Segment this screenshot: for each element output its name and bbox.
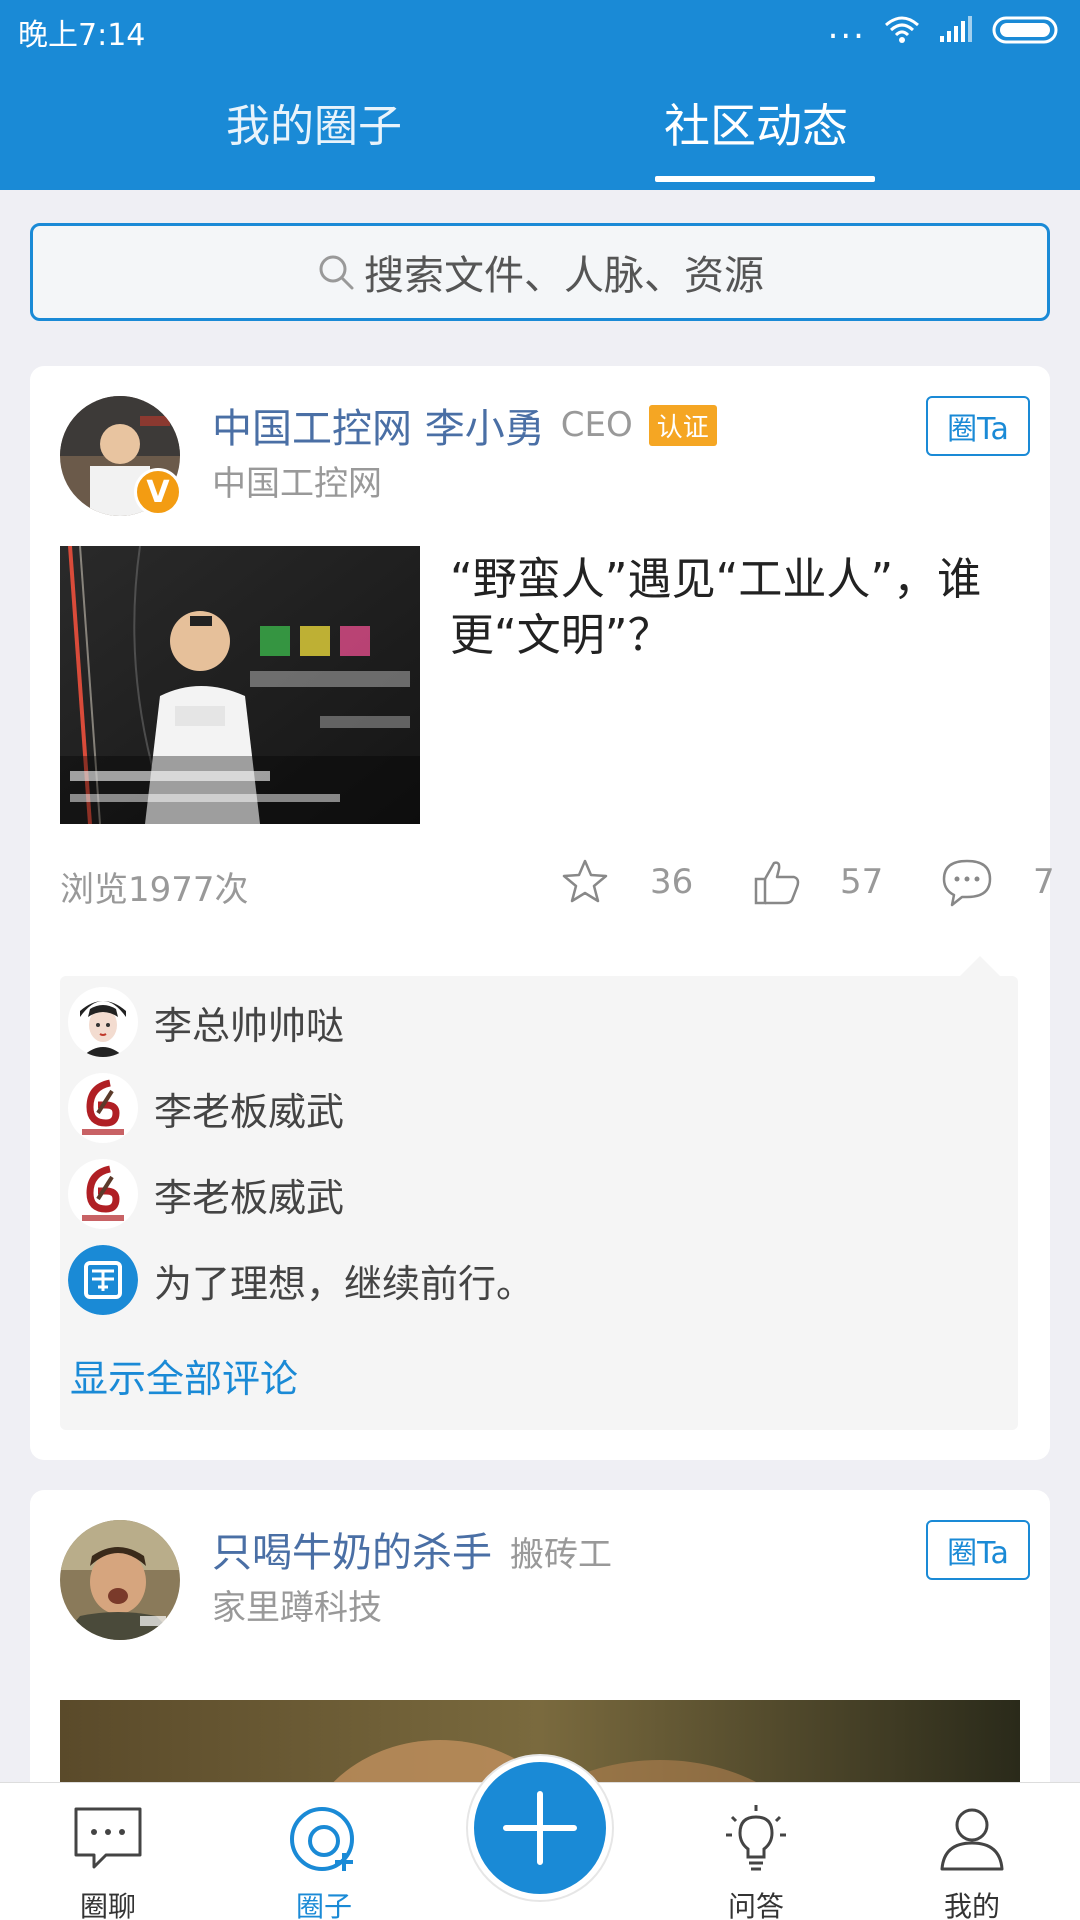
tab-community-feed[interactable]: 社区动态 <box>664 90 848 156</box>
verified-v-badge: V <box>134 468 182 516</box>
comment-item[interactable]: 李总帅帅哒 <box>68 986 344 1058</box>
author-avatar[interactable] <box>60 1520 180 1640</box>
status-time: 晚上7:14 <box>18 18 146 53</box>
comment-text: 李老板威武 <box>154 1089 345 1134</box>
comment-text: 为了理想，继续前行。 <box>154 1261 535 1306</box>
comments-panel: 李总帅帅哒 李老板威武 李老板威武 为了理想，继续前行。 显示全部评论 <box>60 956 1018 1430</box>
author-company: 家里蹲科技 <box>212 1588 382 1628</box>
post-thumbnail[interactable] <box>60 546 420 824</box>
commenter-avatar[interactable] <box>68 1073 138 1143</box>
status-icons: ... <box>827 7 1062 48</box>
favorite-button[interactable] <box>560 852 610 912</box>
post-card[interactable]: V 中国工控网 李小勇 CEO 认证 中国工控网 圈Ta “野蛮人”遇见“工业人… <box>30 366 1055 1460</box>
like-button[interactable] <box>750 852 804 912</box>
comment-count: 7 <box>1033 862 1055 902</box>
comments-pointer <box>960 956 1000 976</box>
app-header: 晚上7:14 ... 我的圈子 社区动态 <box>0 0 1080 190</box>
follow-button[interactable]: 圈Ta <box>926 1520 1030 1580</box>
post-stats: 浏览1977次 36 57 7 <box>60 852 1055 912</box>
circle-add-icon <box>290 1807 354 1871</box>
tab-my-circles[interactable]: 我的圈子 <box>226 90 402 154</box>
thumbs-up-icon <box>754 861 800 905</box>
nav-me[interactable]: 我的 <box>902 1801 1042 1920</box>
search-placeholder: 搜索文件、人脉、资源 <box>364 253 764 299</box>
more-dots-icon: ... <box>827 7 866 47</box>
author-name[interactable]: 中国工控网 李小勇 <box>212 396 545 454</box>
nav-label: 圈聊 <box>79 1890 136 1920</box>
search-icon <box>319 255 354 290</box>
plus-icon <box>503 1791 577 1865</box>
battery-icon <box>992 16 1058 44</box>
chat-bubble-icon <box>74 1807 142 1869</box>
signal-icon <box>940 16 972 42</box>
comment-bubble-icon <box>942 859 992 907</box>
verified-badge: 认证 <box>648 404 717 446</box>
active-tab-indicator <box>655 176 875 182</box>
favorite-count: 36 <box>650 862 694 902</box>
nav-chat[interactable]: 圈聊 <box>38 1801 178 1920</box>
comment-item[interactable]: 为了理想，继续前行。 <box>68 1244 534 1316</box>
star-icon <box>562 859 608 903</box>
lightbulb-icon <box>726 1805 786 1871</box>
post-headline[interactable]: “野蛮人”遇见“工业人”，谁更“文明”？ <box>450 552 1010 664</box>
status-bar: 晚上7:14 ... <box>0 0 1080 60</box>
author-name-row: 中国工控网 李小勇 CEO 认证 <box>212 396 717 454</box>
comment-item[interactable]: 李老板威武 <box>68 1158 344 1230</box>
comment-item[interactable]: 李老板威武 <box>68 1072 344 1144</box>
commenter-avatar[interactable] <box>68 1245 138 1315</box>
commenter-avatar[interactable] <box>68 987 138 1057</box>
author-title: CEO <box>560 405 633 445</box>
nav-label: 圈子 <box>295 1890 352 1920</box>
tab-bar: 我的圈子 社区动态 <box>0 80 1080 190</box>
wifi-icon <box>885 16 919 43</box>
nav-qa[interactable]: 问答 <box>686 1801 826 1920</box>
create-post-button[interactable] <box>468 1756 612 1900</box>
author-name[interactable]: 只喝牛奶的杀手 <box>212 1520 492 1578</box>
view-count: 浏览1977次 <box>60 870 249 910</box>
author-name-row: 只喝牛奶的杀手 搬砖工 <box>212 1520 612 1578</box>
nav-circle[interactable]: 圈子 <box>254 1801 394 1920</box>
comment-button[interactable] <box>940 852 994 912</box>
author-title: 搬砖工 <box>510 1535 612 1575</box>
show-all-comments-link[interactable]: 显示全部评论 <box>70 1348 298 1403</box>
comment-text: 李总帅帅哒 <box>154 1003 345 1048</box>
person-icon <box>940 1808 1004 1871</box>
commenter-avatar[interactable] <box>68 1159 138 1229</box>
nav-label: 问答 <box>727 1890 784 1920</box>
search-bar[interactable]: 搜索文件、人脉、资源 <box>30 223 1050 321</box>
comment-text: 李老板威武 <box>154 1175 345 1220</box>
like-count: 57 <box>840 862 884 902</box>
nav-label: 我的 <box>943 1890 1000 1920</box>
author-company: 中国工控网 <box>212 464 382 504</box>
follow-button[interactable]: 圈Ta <box>926 396 1030 456</box>
